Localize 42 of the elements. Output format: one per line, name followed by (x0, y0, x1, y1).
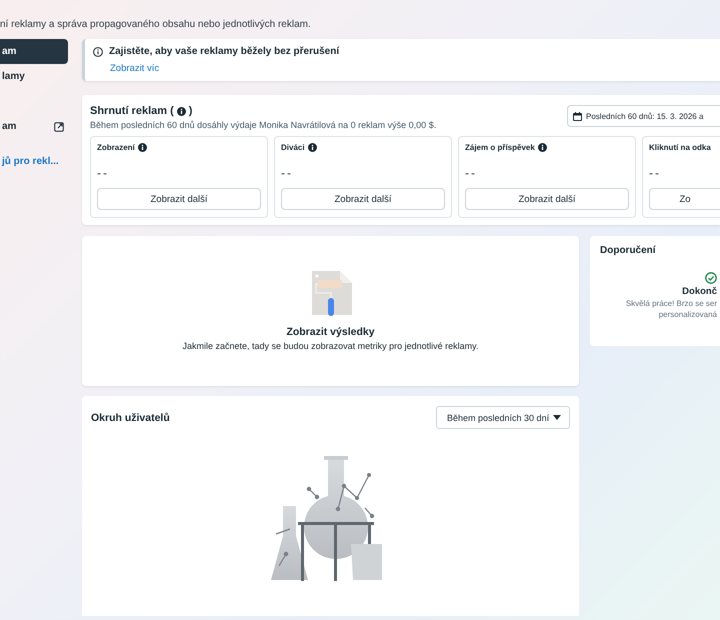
metric-label: Kliknutí na odka (649, 143, 711, 152)
external-link-icon (54, 122, 64, 132)
status-title: Dokonč (682, 286, 717, 297)
metric-value: -- (281, 165, 294, 180)
summary-description: Během posledních 60 dnů dosáhly výdaje Monika Navrátilová na 0 reklam výše 0,00 $. (90, 120, 436, 130)
sidebar-link[interactable]: jů pro rekl... (0, 149, 68, 174)
check-circle-icon (705, 272, 717, 284)
metric-label: Diváci (281, 143, 305, 152)
period-dropdown[interactable]: Během posledních 30 dní (436, 406, 570, 429)
info-icon (176, 106, 186, 116)
metric-label: Zájem o příspěvek (465, 143, 535, 152)
info-icon (138, 143, 147, 152)
metric-value: -- (649, 165, 662, 180)
sidebar-item[interactable]: am (0, 114, 68, 139)
show-more-link[interactable]: Zobrazit víc (93, 63, 720, 74)
results-title: Zobrazit výsledky (286, 326, 375, 338)
results-description: Jakmile začnete, tady se budou zobrazovat metriky pro jednotlivé reklamy. (182, 341, 478, 351)
notice-title: Zajistěte, aby vaše reklamy běžely bez přerušení (109, 46, 340, 57)
paint-roller-document-icon (310, 271, 352, 317)
show-more-button[interactable]: Zo (649, 188, 720, 210)
sidebar-item-label: am (2, 121, 16, 132)
info-icon (93, 46, 103, 56)
summary-title-end: ) (188, 105, 192, 117)
show-more-button[interactable]: Zobrazit další (465, 188, 629, 210)
audience-title: Okruh uživatelů (91, 412, 170, 424)
recommendations-title: Doporučení (600, 245, 657, 256)
info-icon (538, 143, 547, 152)
status-description: personalizovaná (658, 310, 717, 319)
calendar-icon (573, 112, 582, 120)
show-more-button[interactable]: Zobrazit další (97, 188, 261, 210)
status-description: Skvělá práce! Brzo se ser (626, 299, 717, 308)
show-more-button[interactable]: Zobrazit další (281, 188, 445, 210)
metric-value: -- (97, 165, 110, 180)
caret-icon (553, 415, 561, 420)
sidebar-item[interactable]: am (0, 39, 68, 64)
metric-label: Zobrazení (97, 143, 135, 152)
page-description: ní reklamy a správa propagovaného obsahu nebo jednotlivých reklam. (0, 18, 312, 32)
date-range-button[interactable]: Posledních 60 dnů: 15. 3. 2026 a (567, 105, 720, 127)
summary-title: Shrnutí reklam ( (90, 105, 174, 117)
info-icon (308, 143, 317, 152)
sidebar-item[interactable]: lamy (0, 64, 68, 89)
metric-value: -- (465, 165, 478, 180)
